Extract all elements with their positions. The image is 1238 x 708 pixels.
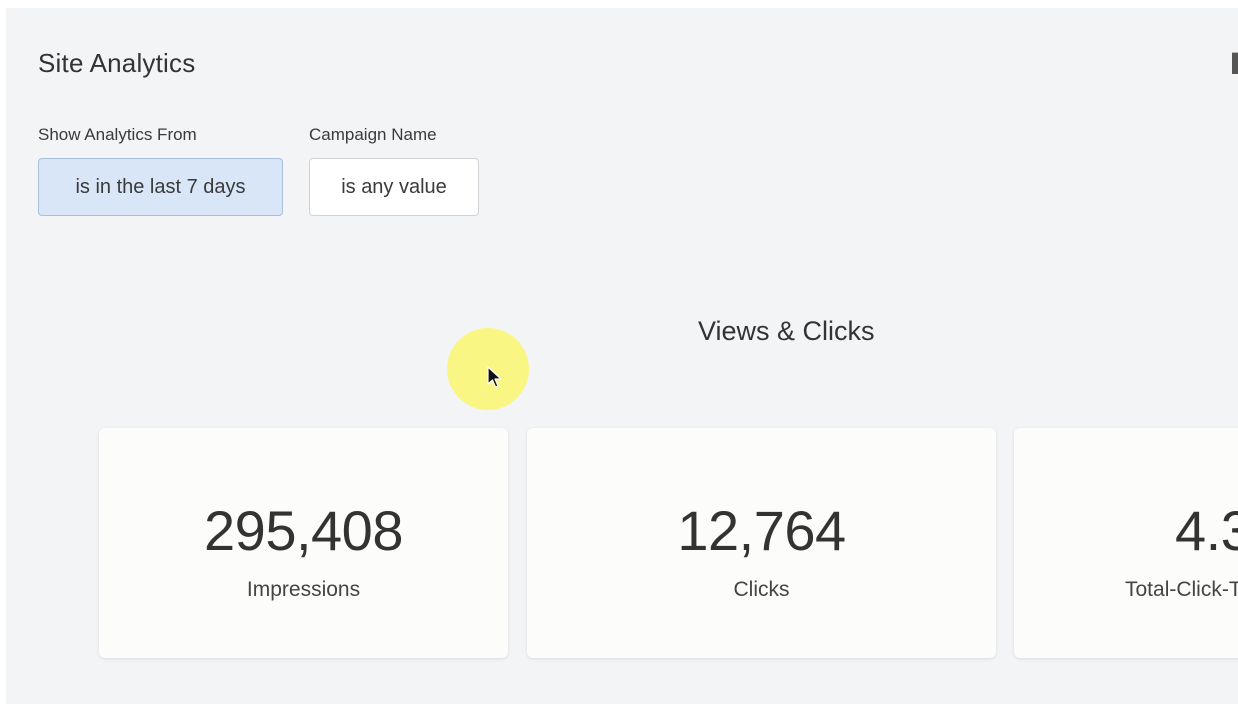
metric-label: Clicks bbox=[733, 578, 790, 601]
click-through-rate-card[interactable]: 4.3 Total-Click-T bbox=[1014, 428, 1238, 658]
metric-label: Total-Click-T bbox=[1125, 578, 1238, 601]
campaign-filter: Campaign Name is any value bbox=[309, 122, 479, 216]
campaign-filter-button[interactable]: is any value bbox=[309, 158, 479, 216]
campaign-filter-label: Campaign Name bbox=[309, 125, 437, 144]
date-filter-button[interactable]: is in the last 7 days bbox=[38, 158, 283, 216]
metric-label: Impressions bbox=[246, 578, 361, 601]
date-filter-label: Show Analytics From bbox=[38, 125, 197, 144]
impressions-card[interactable]: 295,408 Impressions bbox=[99, 428, 508, 658]
analytics-dashboard: Site Analytics ▌ Show Analytics From is … bbox=[6, 8, 1238, 704]
metric-value: 4.3 bbox=[1175, 499, 1238, 562]
metric-value: 295,408 bbox=[204, 499, 403, 562]
section-title: Views & Clicks bbox=[698, 316, 875, 346]
page-title: Site Analytics bbox=[38, 48, 196, 78]
date-filter: Show Analytics From is in the last 7 day… bbox=[38, 122, 283, 216]
mouse-pointer-icon bbox=[487, 366, 502, 388]
toolbar-icon-partial[interactable]: ▌ bbox=[1232, 52, 1238, 74]
clicks-card[interactable]: 12,764 Clicks bbox=[527, 428, 996, 658]
metric-value: 12,764 bbox=[677, 499, 846, 562]
